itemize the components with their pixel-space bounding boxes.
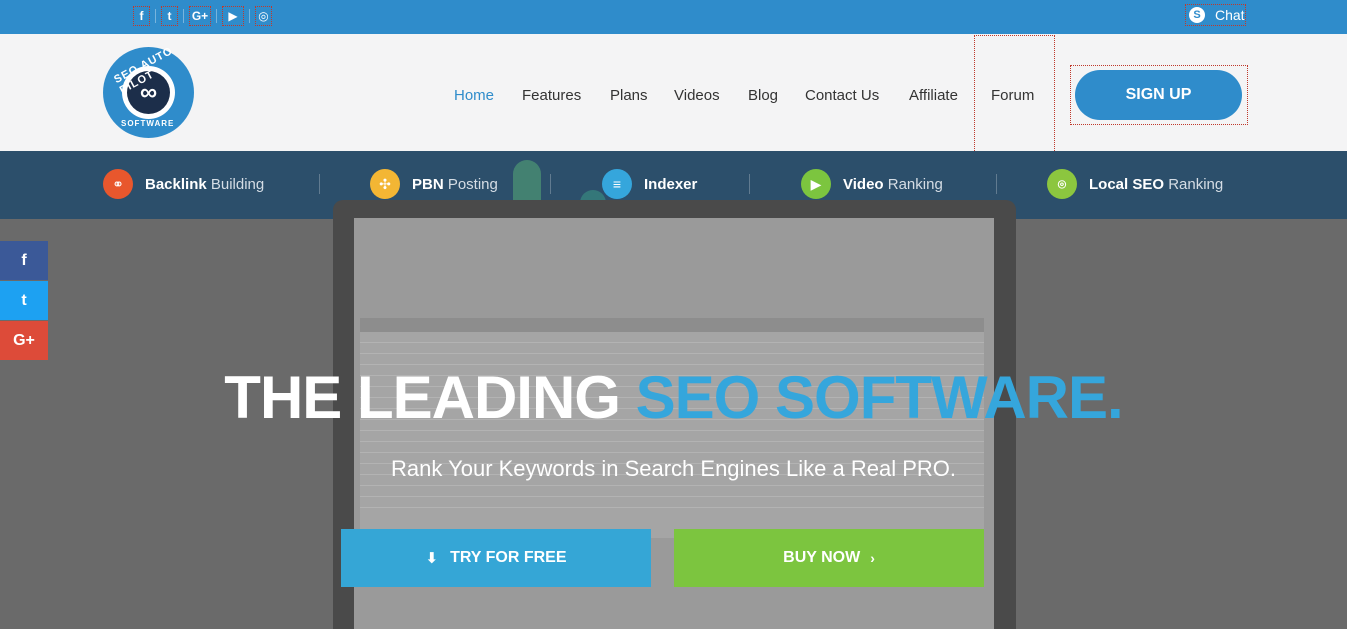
feature-local-seo-ranking[interactable]: ⌾ Local SEO Ranking: [1047, 168, 1223, 200]
instagram-icon[interactable]: ◎: [255, 6, 272, 26]
logo-text-bottom: SOFTWARE: [121, 119, 175, 128]
youtube-icon[interactable]: ▶: [222, 6, 244, 26]
feature-backlink-building[interactable]: ⚭ Backlink Building: [103, 168, 264, 200]
separator: [155, 9, 156, 23]
google-plus-share-icon[interactable]: G+: [0, 321, 48, 360]
location-icon: ⌾: [1047, 169, 1077, 199]
chat-label: Chat: [1215, 7, 1245, 23]
twitter-icon[interactable]: t: [161, 6, 178, 26]
nav-blog[interactable]: Blog: [748, 87, 778, 104]
forum-highlight: [974, 35, 1055, 153]
nav-features[interactable]: Features: [522, 87, 581, 104]
nav-plans[interactable]: Plans: [610, 87, 648, 104]
document-icon: ≡: [602, 169, 632, 199]
nav-videos[interactable]: Videos: [674, 87, 720, 104]
try-label: TRY FOR FREE: [450, 549, 567, 566]
feature-pbn-posting[interactable]: ✣ PBN Posting: [370, 168, 498, 200]
feature-video-ranking[interactable]: ▶ Video Ranking: [801, 168, 943, 200]
feature-divider: [550, 174, 551, 194]
chevron-right-icon: ›: [870, 550, 875, 566]
video-icon: ▶: [801, 169, 831, 199]
feature-label: Local SEO Ranking: [1089, 175, 1224, 193]
nav-home[interactable]: Home: [454, 87, 494, 104]
feature-label: Indexer: [644, 175, 698, 193]
feature-indexer[interactable]: ≡ Indexer: [602, 168, 697, 200]
separator: [183, 9, 184, 23]
link-icon: ⚭: [103, 169, 133, 199]
feature-label: Backlink Building: [145, 175, 265, 193]
side-share-bar: f t G+: [0, 241, 48, 361]
logo[interactable]: ∞ SEO AUTO PILOT SOFTWARE: [103, 45, 194, 138]
separator: [216, 9, 217, 23]
buy-label: BUY NOW: [783, 549, 861, 566]
skype-icon: S: [1189, 7, 1205, 23]
feature-label: Video Ranking: [843, 175, 943, 193]
feature-divider: [749, 174, 750, 194]
try-for-free-button[interactable]: ⬇ TRY FOR FREE: [341, 529, 651, 587]
feature-label: PBN Posting: [412, 175, 498, 193]
twitter-share-icon[interactable]: t: [0, 281, 48, 320]
nav-affiliate[interactable]: Affiliate: [909, 87, 958, 104]
hero-tagline: Rank Your Keywords in Search Engines Lik…: [391, 456, 956, 481]
chat-link[interactable]: S Chat: [1185, 4, 1246, 26]
buy-now-button[interactable]: BUY NOW ›: [674, 529, 984, 587]
feature-divider: [996, 174, 997, 194]
separator: [249, 9, 250, 23]
google-plus-icon[interactable]: G+: [189, 6, 211, 26]
facebook-share-icon[interactable]: f: [0, 241, 48, 280]
facebook-icon[interactable]: f: [133, 6, 150, 26]
feature-divider: [319, 174, 320, 194]
signup-button[interactable]: SIGN UP: [1075, 70, 1242, 120]
top-bar: f t G+ ▶ ◎ S Chat: [0, 0, 1347, 34]
top-social-links: f t G+ ▶ ◎: [133, 6, 277, 26]
download-icon: ⬇: [425, 550, 439, 567]
hero-headline: THE LEADING SEO SOFTWARE.: [224, 364, 1123, 431]
network-icon: ✣: [370, 169, 400, 199]
nav-contact-us[interactable]: Contact Us: [805, 87, 879, 104]
